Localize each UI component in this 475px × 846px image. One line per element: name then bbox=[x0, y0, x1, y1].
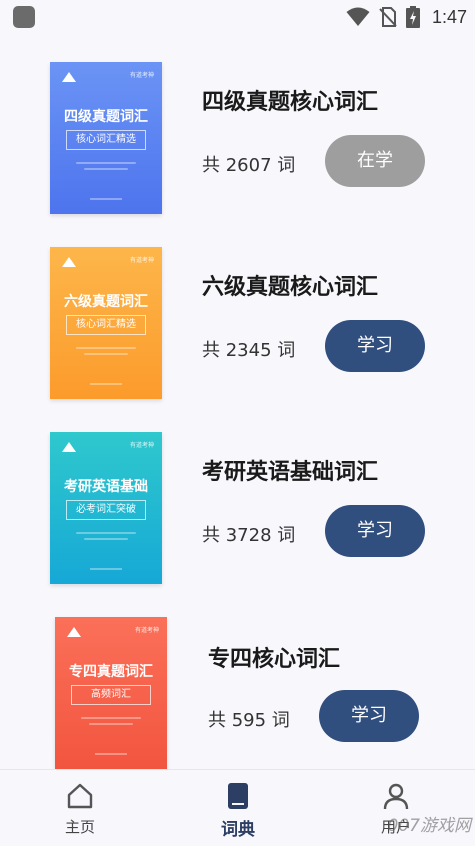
book-title: 四级真题核心词汇 bbox=[202, 90, 379, 115]
book-word-count: 共 2345 词 bbox=[202, 340, 296, 361]
app-notification-icon bbox=[13, 6, 35, 28]
book-word-count: 共 595 词 bbox=[208, 710, 290, 731]
wifi-icon bbox=[346, 7, 370, 26]
cover-logo-icon bbox=[62, 442, 76, 452]
watermark: 007游戏网 bbox=[387, 816, 471, 836]
cover-subtitle: 必考词汇突破 bbox=[66, 500, 146, 520]
cover-brand: 有道考神 bbox=[129, 72, 154, 79]
cover-title: 专四真题词汇 bbox=[69, 664, 153, 680]
book-item[interactable]: 有道考神 六级真题词汇 核心词汇精选 六级真题核心词汇 共 2345 词 学习 bbox=[0, 243, 475, 403]
cover-subtitle: 核心词汇精选 bbox=[66, 130, 146, 150]
cover-decoration bbox=[89, 723, 133, 725]
study-button[interactable]: 学习 bbox=[325, 505, 425, 557]
cover-decoration bbox=[76, 162, 136, 164]
book-word-count: 共 2607 词 bbox=[202, 155, 296, 176]
book-cover[interactable]: 有道考神 六级真题词汇 核心词汇精选 bbox=[50, 247, 162, 399]
status-icons: 1:47 bbox=[346, 4, 467, 30]
nav-home[interactable]: 主页 bbox=[20, 770, 140, 846]
book-title: 六级真题核心词汇 bbox=[202, 275, 379, 300]
cover-decoration bbox=[90, 198, 122, 200]
book-icon bbox=[228, 783, 248, 809]
study-button[interactable]: 学习 bbox=[325, 320, 425, 372]
book-word-count: 共 3728 词 bbox=[202, 525, 296, 546]
status-time: 1:47 bbox=[431, 6, 467, 27]
status-bar: 1:47 bbox=[0, 0, 475, 34]
cover-decoration bbox=[95, 753, 127, 755]
cover-title: 考研英语基础 bbox=[64, 479, 148, 495]
cover-logo-icon bbox=[67, 627, 81, 637]
book-cover[interactable]: 有道考神 专四真题词汇 高频词汇 bbox=[55, 617, 167, 769]
book-item[interactable]: 有道考神 考研英语基础 必考词汇突破 考研英语基础词汇 共 3728 词 学习 bbox=[0, 428, 475, 588]
cover-logo-icon bbox=[62, 72, 76, 82]
study-button[interactable]: 学习 bbox=[319, 690, 419, 742]
cover-brand: 有道考神 bbox=[129, 257, 154, 264]
bottom-navigation: 主页 词典 用户 007游戏网 bbox=[0, 769, 475, 846]
cover-brand: 有道考神 bbox=[129, 442, 154, 449]
nav-home-label: 主页 bbox=[64, 818, 95, 836]
cover-decoration bbox=[81, 717, 141, 719]
cover-title: 六级真题词汇 bbox=[64, 294, 148, 310]
book-item[interactable]: 有道考神 四级真题词汇 核心词汇精选 四级真题核心词汇 共 2607 词 在学 bbox=[0, 58, 475, 218]
cover-decoration bbox=[76, 532, 136, 534]
book-item[interactable]: 有道考神 专四真题词汇 高频词汇 专四核心词汇 共 595 词 学习 bbox=[0, 613, 475, 773]
studying-button[interactable]: 在学 bbox=[325, 135, 425, 187]
cover-decoration bbox=[84, 538, 128, 540]
cover-decoration bbox=[90, 568, 122, 570]
user-icon bbox=[383, 783, 409, 810]
cover-brand: 有道考神 bbox=[134, 627, 159, 634]
battery-charging-icon bbox=[405, 6, 420, 28]
book-title: 专四核心词汇 bbox=[208, 647, 341, 672]
book-title: 考研英语基础词汇 bbox=[202, 460, 379, 485]
home-icon bbox=[67, 783, 93, 809]
cover-decoration bbox=[90, 383, 122, 385]
cover-decoration bbox=[84, 353, 128, 355]
cover-title: 四级真题词汇 bbox=[64, 109, 148, 125]
nav-dictionary[interactable]: 词典 bbox=[178, 770, 298, 846]
cover-logo-icon bbox=[62, 257, 76, 267]
book-cover[interactable]: 有道考神 四级真题词汇 核心词汇精选 bbox=[50, 62, 162, 214]
cover-decoration bbox=[76, 347, 136, 349]
cover-subtitle: 核心词汇精选 bbox=[66, 315, 146, 335]
nav-dictionary-label: 词典 bbox=[221, 820, 255, 840]
cover-subtitle: 高频词汇 bbox=[71, 685, 151, 705]
book-cover[interactable]: 有道考神 考研英语基础 必考词汇突破 bbox=[50, 432, 162, 584]
cover-decoration bbox=[84, 168, 128, 170]
no-sim-icon bbox=[379, 7, 397, 27]
